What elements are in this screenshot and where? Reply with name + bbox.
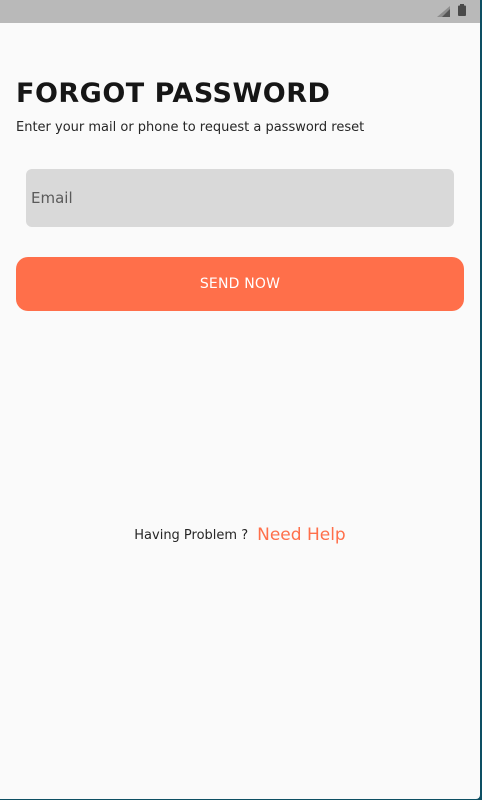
signal-icon (437, 6, 450, 17)
status-bar (0, 0, 480, 23)
page-title: FORGOT PASSWORD (16, 78, 331, 109)
email-field[interactable] (26, 169, 454, 227)
need-help-link[interactable]: Need Help (257, 525, 346, 545)
help-question: Having Problem ? (134, 527, 249, 543)
page-subtitle: Enter your mail or phone to request a pa… (16, 120, 365, 135)
send-now-button[interactable]: SEND NOW (16, 257, 464, 311)
help-row: Having Problem ? Need Help (0, 522, 480, 548)
battery-icon (458, 4, 466, 16)
forgot-password-screen: FORGOT PASSWORD Enter your mail or phone… (0, 0, 480, 799)
